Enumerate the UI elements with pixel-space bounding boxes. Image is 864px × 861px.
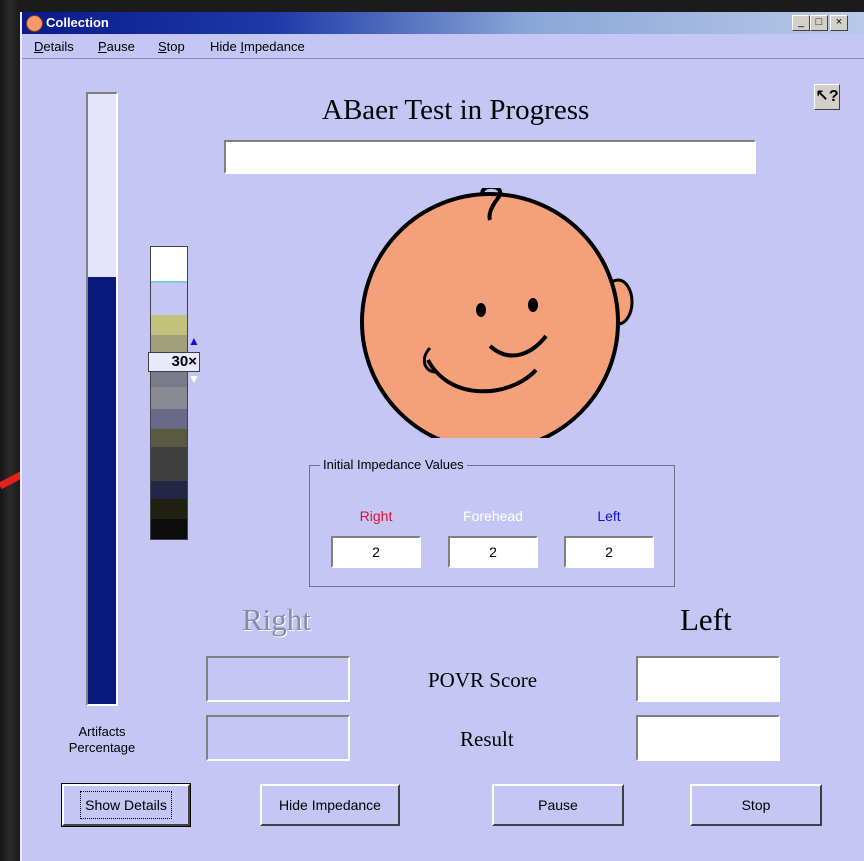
- impedance-right-label: Right: [359, 508, 393, 524]
- scale-band: [151, 519, 187, 539]
- show-details-button[interactable]: Show Details: [61, 783, 191, 827]
- baby-face-icon: [26, 15, 43, 32]
- artifacts-percentage-bar: [86, 92, 118, 706]
- collection-window: Collection _ □ × Details Pause Stop Hide…: [20, 12, 864, 861]
- impedance-left-value: 2: [564, 536, 654, 568]
- triangle-down-icon[interactable]: ▼: [188, 372, 200, 386]
- gain-indicator[interactable]: 30×: [148, 352, 200, 372]
- title-bar[interactable]: Collection _ □ ×: [22, 12, 864, 34]
- menu-bar: Details Pause Stop Hide Impedance: [22, 34, 864, 59]
- scale-band: [151, 315, 187, 335]
- menu-details-rest: etails: [43, 39, 74, 54]
- window-title: Collection: [46, 15, 109, 30]
- artifacts-label-line1: Artifacts: [78, 724, 126, 739]
- povr-score-label: POVR Score: [428, 668, 538, 692]
- page-title: ABaer Test in Progress: [322, 94, 590, 126]
- scale-band: [151, 481, 187, 499]
- menu-stop-rest: top: [166, 39, 185, 54]
- close-button[interactable]: ×: [830, 15, 848, 31]
- impedance-group: Initial Impedance Values Right Forehead …: [309, 457, 675, 587]
- scale-band: [151, 387, 187, 409]
- impedance-forehead-label: Forehead: [463, 508, 523, 524]
- left-povr-field: [636, 656, 780, 702]
- result-label: Result: [460, 727, 514, 751]
- triangle-up-icon[interactable]: ▲: [188, 334, 200, 348]
- right-povr-field: [206, 656, 350, 702]
- menu-hide-impedance[interactable]: Hide Impedance: [210, 39, 305, 54]
- gain-value: 30: [171, 353, 189, 370]
- right-result-field: [206, 715, 350, 761]
- hide-impedance-button[interactable]: Hide Impedance: [260, 784, 400, 826]
- menu-hide-impedance-a: Hide: [210, 39, 241, 54]
- menu-details[interactable]: Details: [34, 39, 74, 54]
- maximize-button[interactable]: □: [810, 15, 828, 31]
- artifacts-label-line2: Percentage: [68, 740, 136, 755]
- left-heading: Left: [680, 602, 732, 637]
- baby-face-icon: [360, 188, 634, 438]
- color-scale-bar: [150, 246, 188, 540]
- pause-button[interactable]: Pause: [492, 784, 624, 826]
- impedance-right-value: 2: [331, 536, 421, 568]
- menu-pause-rest: ause: [106, 39, 135, 54]
- scale-band: [151, 409, 187, 429]
- menu-stop[interactable]: Stop: [158, 39, 185, 54]
- left-result-field: [636, 715, 780, 761]
- minimize-button[interactable]: _: [792, 15, 810, 31]
- scale-band: [151, 247, 187, 281]
- right-heading: Right: [242, 602, 311, 637]
- scale-band: [151, 499, 187, 519]
- scale-band: [151, 283, 187, 315]
- status-field: [224, 140, 756, 174]
- artifacts-percentage-fill: [88, 277, 116, 704]
- artifacts-percentage-label: Artifacts Percentage: [52, 724, 152, 756]
- impedance-left-label: Left: [597, 508, 621, 524]
- impedance-legend: Initial Impedance Values: [320, 457, 467, 472]
- gain-suffix: ×: [188, 353, 197, 370]
- menu-pause[interactable]: Pause: [98, 39, 135, 54]
- scale-band: [151, 429, 187, 447]
- question-pointer-icon[interactable]: ↖?: [814, 84, 840, 110]
- menu-hide-impedance-b: mpedance: [243, 39, 305, 54]
- impedance-forehead-value: 2: [448, 536, 538, 568]
- stop-button[interactable]: Stop: [690, 784, 822, 826]
- scale-band: [151, 447, 187, 481]
